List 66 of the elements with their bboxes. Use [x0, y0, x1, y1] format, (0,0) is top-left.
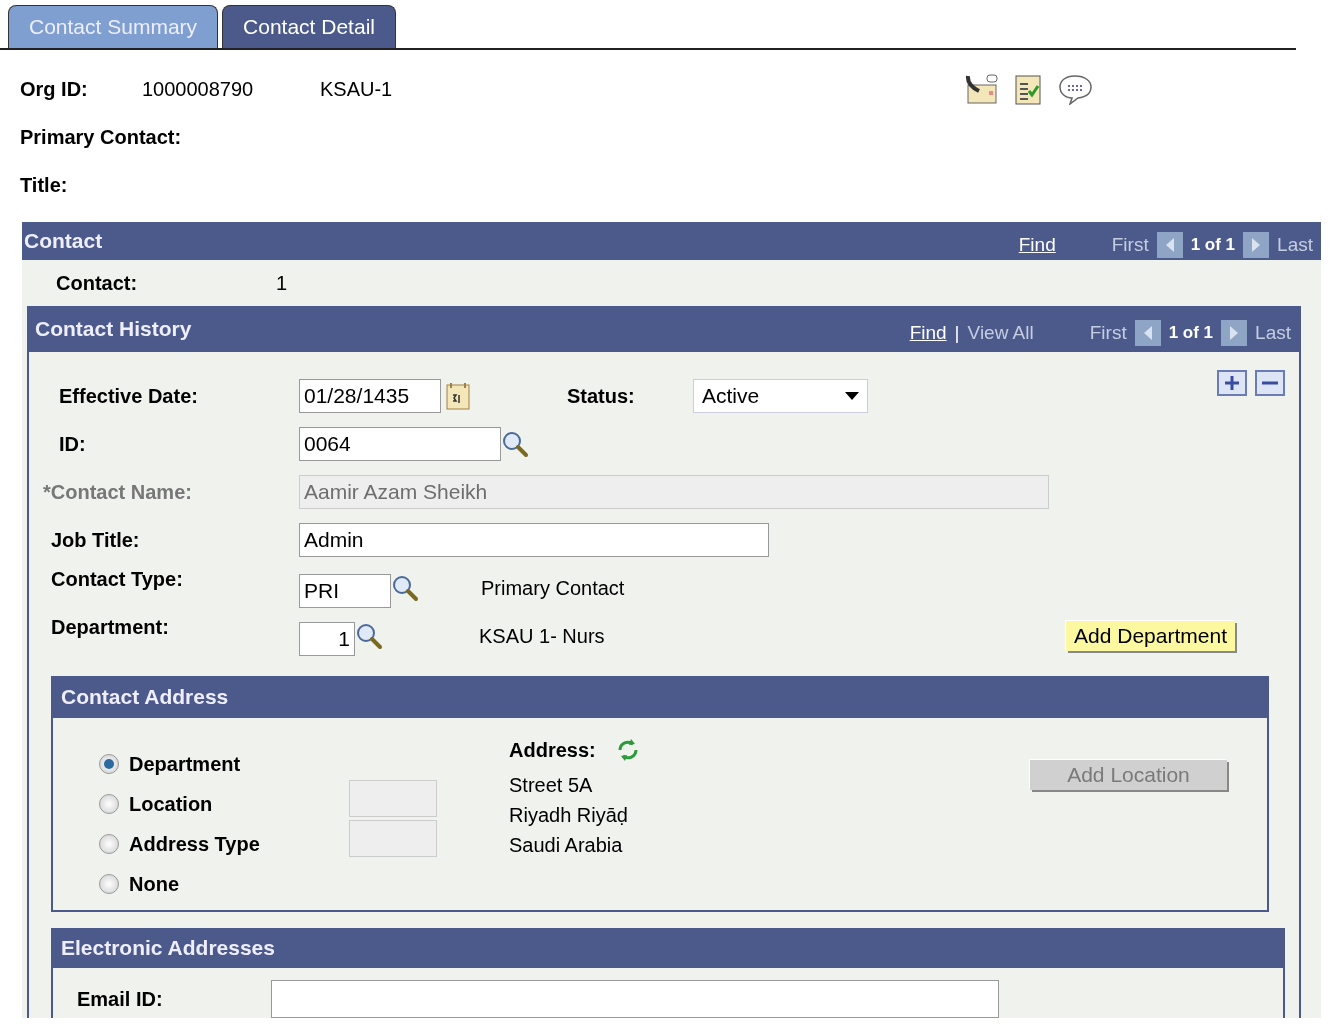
phone-note-icon[interactable] — [965, 73, 999, 105]
radio-option[interactable]: None — [99, 864, 349, 904]
field-label: Email ID: — [77, 987, 164, 1011]
record-counter: 1 of 1 — [1168, 323, 1214, 343]
field-value: 1 — [276, 271, 288, 295]
last-link[interactable]: Last — [1255, 322, 1291, 344]
department-field[interactable]: 1 — [299, 622, 355, 656]
field-label: Org ID: — [20, 77, 89, 101]
address-line: Saudi Arabia — [509, 833, 624, 858]
field-label: Status: — [567, 384, 636, 408]
field-label: Effective Date: — [58, 384, 199, 408]
address-line: Street 5A — [509, 773, 594, 798]
caret-icon — [845, 392, 859, 400]
panel-title: Contact History — [35, 317, 192, 341]
plus-icon — [1223, 374, 1241, 392]
search-icon[interactable] — [355, 622, 383, 650]
delete-row-button[interactable] — [1255, 370, 1285, 396]
panel-title: Contact Address — [61, 685, 229, 709]
calendar-icon[interactable] — [445, 381, 471, 411]
radio-button[interactable] — [99, 794, 119, 814]
job-title-field[interactable]: Admin — [299, 523, 769, 557]
radio-option[interactable]: Location — [99, 784, 349, 824]
minus-icon — [1262, 381, 1278, 385]
radio-button[interactable] — [99, 874, 119, 894]
add-department-button[interactable]: Add Department — [1066, 621, 1235, 651]
separator: | — [954, 322, 960, 344]
field-label: Title: — [20, 173, 68, 197]
date-field[interactable]: 01/28/1435 — [299, 379, 441, 413]
view-all-link[interactable]: View All — [967, 322, 1034, 344]
status-dropdown[interactable]: Active — [693, 379, 868, 413]
radio-button[interactable] — [99, 834, 119, 854]
checklist-icon[interactable] — [1013, 73, 1043, 105]
last-link[interactable]: Last — [1277, 234, 1313, 256]
field-label: Job Title: — [51, 528, 141, 552]
search-icon[interactable] — [501, 430, 529, 458]
department-description: KSAU 1- Nurs — [479, 624, 605, 648]
record-counter: 1 of 1 — [1190, 235, 1236, 255]
panel-title: Electronic Addresses — [61, 936, 275, 960]
radio-option[interactable]: Department — [99, 744, 349, 784]
radio-button[interactable] — [99, 754, 119, 774]
field-label: Contact Type: — [51, 567, 184, 591]
speech-bubble-icon[interactable] — [1057, 73, 1093, 105]
org-id-value: 1000008790 — [142, 77, 255, 101]
first-link[interactable]: First — [1089, 322, 1127, 344]
find-link[interactable]: Find — [909, 322, 947, 344]
input-field[interactable] — [349, 820, 437, 857]
search-icon[interactable] — [391, 574, 419, 602]
email-field[interactable] — [271, 980, 999, 1018]
field-label: Primary Contact: — [20, 125, 182, 149]
first-link[interactable]: First — [1111, 234, 1149, 256]
org-name: KSAU-1 — [320, 77, 393, 101]
address-line: Riyadh Riyāḍ — [509, 803, 629, 828]
add-row-button[interactable] — [1217, 370, 1247, 396]
contact-type-field[interactable]: PRI — [299, 574, 391, 608]
contact-type-description: Primary Contact — [481, 576, 625, 600]
input-field[interactable] — [349, 780, 437, 817]
field-label: *Contact Name: — [43, 480, 193, 504]
field-label: Contact: — [56, 271, 139, 295]
radio-option[interactable]: Address Type — [99, 824, 349, 864]
find-link[interactable]: Find — [1018, 234, 1056, 256]
id-field[interactable]: 0064 — [299, 427, 501, 461]
field-label: Address: — [509, 738, 596, 762]
field-label: Department: — [51, 615, 170, 639]
panel-title: Contact — [24, 229, 103, 253]
tab[interactable]: Contact Detail — [222, 5, 396, 48]
field-label: ID: — [58, 432, 87, 456]
